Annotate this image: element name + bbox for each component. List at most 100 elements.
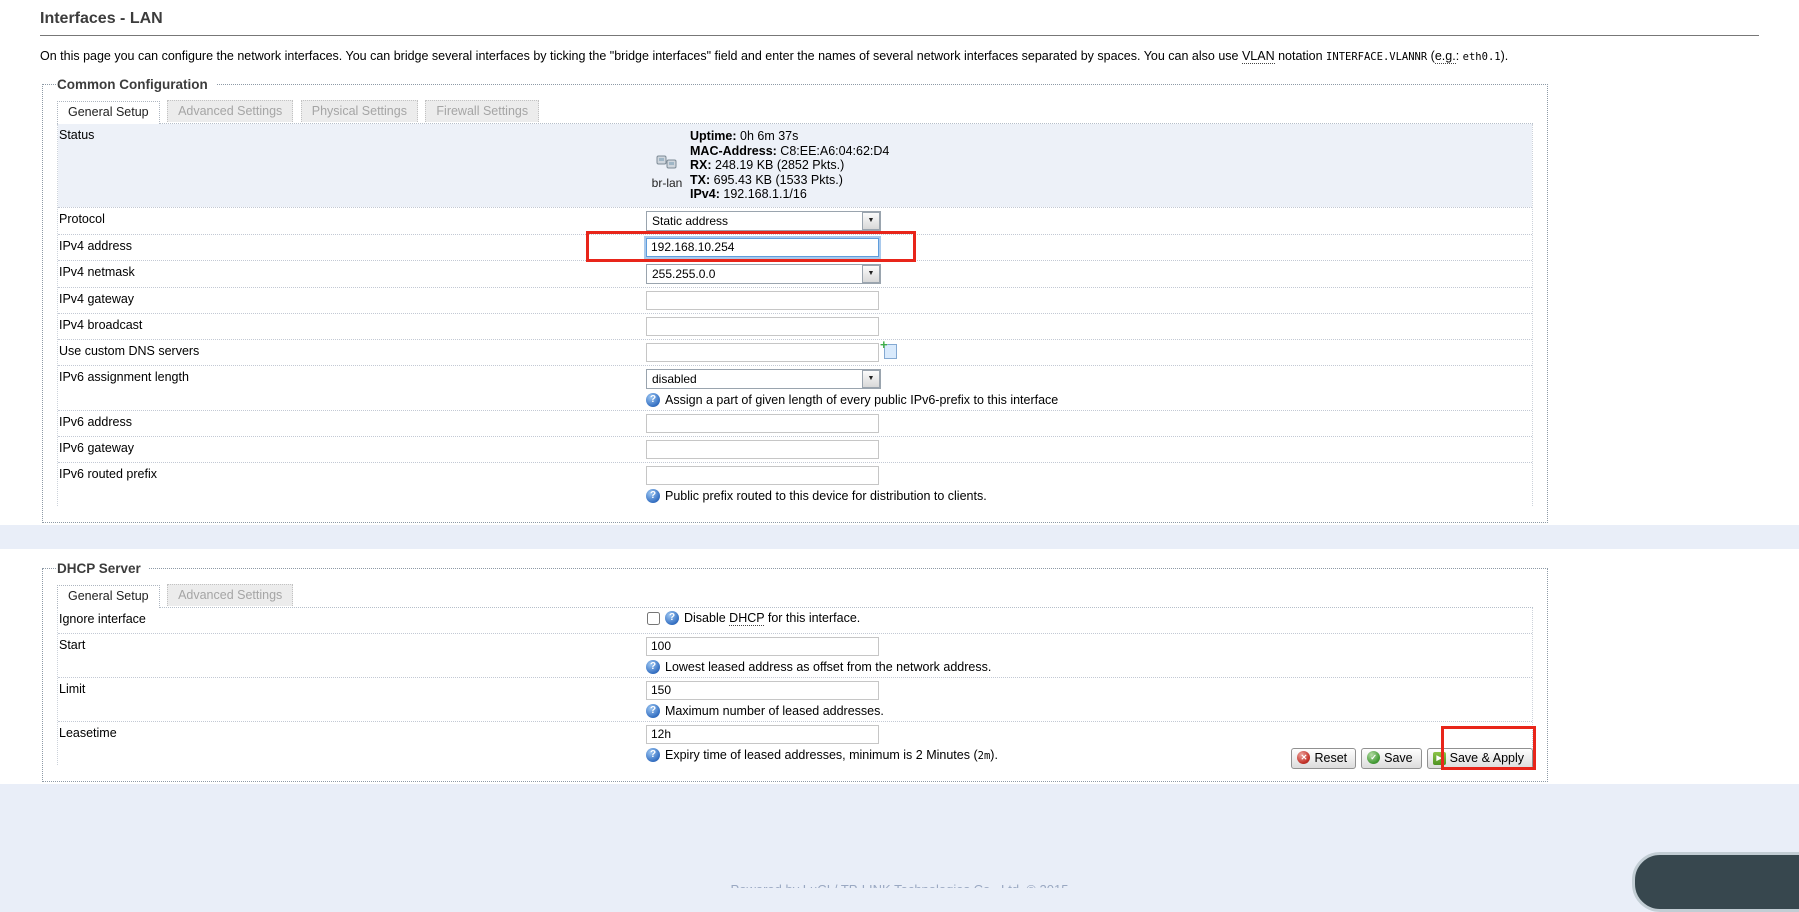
chevron-down-icon[interactable]: ▼ — [862, 265, 880, 283]
stat-rx: RX: 248.19 KB (2852 Pkts.) — [690, 158, 889, 173]
dhcp-limit-row: Limit ? Maximum number of leased address… — [58, 677, 1532, 721]
description-text: : — [1456, 49, 1463, 63]
custom-dns-row: Use custom DNS servers + — [58, 339, 1532, 365]
help-text: Maximum number of leased addresses. — [665, 704, 884, 718]
tab-advanced-settings[interactable]: Advanced Settings — [167, 100, 293, 122]
dhcp-limit-input[interactable] — [646, 681, 879, 700]
dhcp-leasetime-label: Leasetime — [58, 722, 646, 743]
dhcp-server-legend: DHCP Server — [57, 561, 149, 576]
dhcp-tab-advanced-settings[interactable]: Advanced Settings — [167, 584, 293, 606]
ipv6-assignment-selected-value: disabled — [647, 372, 862, 386]
ipv6-gateway-input[interactable] — [646, 440, 879, 459]
description-text: On this page you can configure the netwo… — [40, 49, 1242, 63]
title-divider — [40, 35, 1759, 36]
custom-dns-label: Use custom DNS servers — [58, 340, 646, 361]
ipv4-broadcast-label: IPv4 broadcast — [58, 314, 646, 335]
save-icon: ✓ — [1367, 751, 1380, 764]
help-text: Assign a part of given length of every p… — [665, 393, 1058, 407]
bridge-icon — [656, 157, 678, 174]
ipv4-netmask-select[interactable]: 255.255.0.0 ▼ — [646, 264, 881, 284]
dhcp-tab-general-setup[interactable]: General Setup — [57, 585, 160, 608]
tab-firewall-settings[interactable]: Firewall Settings — [425, 100, 539, 122]
vlan-abbr: VLAN — [1242, 49, 1275, 64]
add-entry-icon[interactable]: + — [884, 344, 897, 359]
help-icon: ? — [646, 660, 660, 674]
stat-tx: TX: 695.43 KB (1533 Pkts.) — [690, 173, 889, 188]
protocol-select[interactable]: Static address ▼ — [646, 211, 881, 231]
dhcp-limit-label: Limit — [58, 678, 646, 699]
device-column: br-lan — [646, 141, 688, 190]
ignore-interface-checkbox[interactable] — [647, 612, 660, 625]
page-description: On this page you can configure the netwo… — [40, 47, 1540, 65]
corner-shape — [1632, 852, 1799, 912]
save-button-label: Save — [1384, 751, 1413, 765]
ipv4-gateway-input[interactable] — [646, 291, 879, 310]
ipv6-routed-prefix-label: IPv6 routed prefix — [58, 463, 646, 484]
dhcp-tab-bar: General Setup Advanced Settings — [57, 584, 1533, 608]
ipv4-address-row: IPv4 address — [58, 234, 1532, 260]
description-text: ). — [1501, 49, 1509, 63]
ignore-interface-label: Ignore interface — [58, 608, 646, 629]
ipv4-address-label: IPv4 address — [58, 235, 646, 256]
dhcp-leasetime-input[interactable] — [646, 725, 879, 744]
help-icon: ? — [646, 489, 660, 503]
common-tab-bar: General Setup Advanced Settings Physical… — [57, 100, 1533, 124]
protocol-selected-value: Static address — [647, 214, 862, 228]
interface-vlannr-code: INTERFACE.VLANNR — [1326, 51, 1427, 63]
common-rows: Status br-lan Uptime: 0h 6m 37s MAC-Addr… — [57, 124, 1533, 506]
page-title: Interfaces - LAN — [40, 10, 1759, 28]
device-name: br-lan — [646, 176, 688, 190]
ipv6-assignment-select[interactable]: disabled ▼ — [646, 369, 881, 389]
tab-physical-settings[interactable]: Physical Settings — [301, 100, 418, 122]
dhcp-abbr: DHCP — [729, 611, 764, 626]
ipv6-gateway-label: IPv6 gateway — [58, 437, 646, 458]
plus-glyph: + — [880, 337, 888, 352]
ipv6-routed-prefix-input[interactable] — [646, 466, 879, 485]
dhcp-start-input[interactable] — [646, 637, 879, 656]
chevron-down-icon[interactable]: ▼ — [862, 212, 880, 230]
protocol-row: Protocol Static address ▼ — [58, 207, 1532, 234]
ipv6-assignment-row: IPv6 assignment length disabled ▼ ? Assi… — [58, 365, 1532, 410]
top-section: Interfaces - LAN On this page you can co… — [0, 0, 1799, 525]
save-apply-button[interactable]: ▶ Save & Apply — [1427, 748, 1533, 769]
stat-ipv4: IPv4: 192.168.1.1/16 — [690, 187, 889, 202]
save-button[interactable]: ✓ Save — [1361, 748, 1422, 769]
dhcp-start-help: ? Lowest leased address as offset from t… — [646, 660, 1532, 674]
ipv4-netmask-selected-value: 255.255.0.0 — [647, 267, 862, 281]
ipv4-gateway-label: IPv4 gateway — [58, 288, 646, 309]
ipv6-address-input[interactable] — [646, 414, 879, 433]
help-icon: ? — [665, 611, 679, 625]
help-text: Public prefix routed to this device for … — [665, 489, 987, 503]
ipv6-address-label: IPv6 address — [58, 411, 646, 432]
ipv4-broadcast-input[interactable] — [646, 317, 879, 336]
dhcp-start-row: Start ? Lowest leased address as offset … — [58, 633, 1532, 677]
reset-icon: ✕ — [1297, 751, 1310, 764]
tab-general-setup[interactable]: General Setup — [57, 101, 160, 124]
ipv4-broadcast-row: IPv4 broadcast — [58, 313, 1532, 339]
dhcp-rows: Ignore interface ? Disable DHCP for this… — [57, 608, 1533, 765]
common-configuration-legend: Common Configuration — [57, 77, 216, 92]
description-text: ( — [1427, 49, 1435, 63]
ipv4-netmask-row: IPv4 netmask 255.255.0.0 ▼ — [58, 260, 1532, 287]
save-apply-icon: ▶ — [1433, 752, 1446, 765]
help-icon: ? — [646, 704, 660, 718]
chevron-down-icon[interactable]: ▼ — [862, 370, 880, 388]
ipv6-gateway-row: IPv6 gateway — [58, 436, 1532, 462]
status-label: Status — [58, 124, 646, 145]
ignore-interface-help: Disable DHCP for this interface. — [684, 611, 860, 625]
section-gap — [0, 525, 1799, 549]
dhcp-start-label: Start — [58, 634, 646, 655]
common-configuration-section: Common Configuration General Setup Advan… — [42, 77, 1548, 523]
form-actions: ✕ Reset ✓ Save ▶ Save & Apply — [0, 747, 1533, 769]
ipv6-address-row: IPv6 address — [58, 410, 1532, 436]
ipv4-address-input[interactable] — [646, 238, 879, 257]
status-row: Status br-lan Uptime: 0h 6m 37s MAC-Addr… — [58, 124, 1532, 207]
interface-stats: Uptime: 0h 6m 37s MAC-Address: C8:EE:A6:… — [688, 127, 889, 204]
stat-uptime: Uptime: 0h 6m 37s — [690, 129, 889, 144]
eg-abbr: e.g. — [1435, 49, 1456, 64]
ignore-interface-row: Ignore interface ? Disable DHCP for this… — [58, 608, 1532, 633]
reset-button[interactable]: ✕ Reset — [1291, 748, 1356, 769]
protocol-label: Protocol — [58, 208, 646, 229]
custom-dns-input[interactable] — [646, 343, 879, 362]
description-text: notation — [1275, 49, 1326, 63]
